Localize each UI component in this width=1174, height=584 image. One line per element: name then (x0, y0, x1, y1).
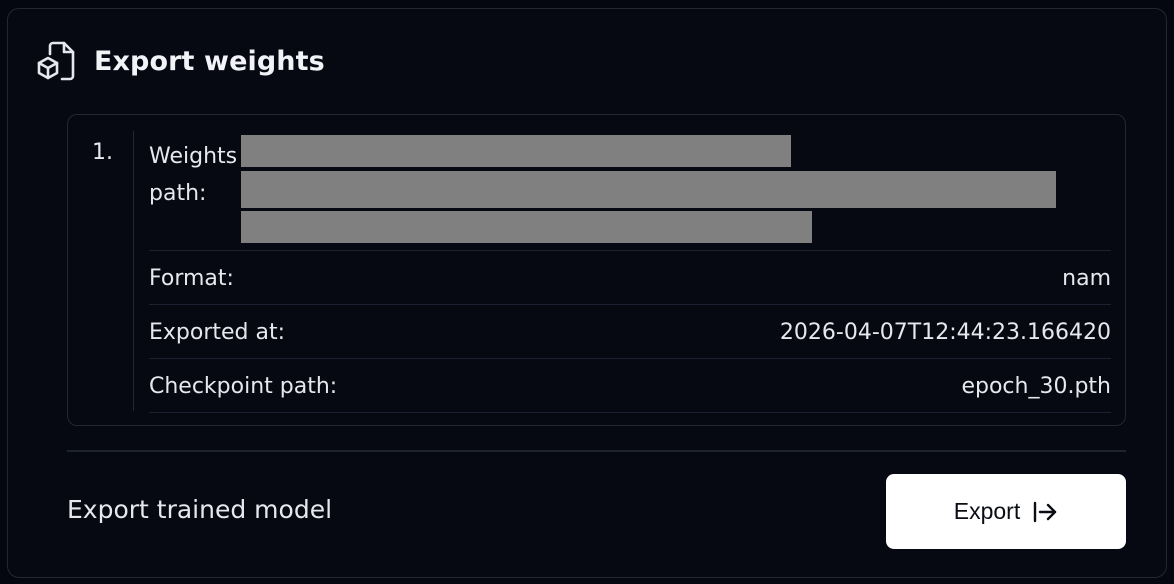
card-divider (133, 131, 134, 411)
redacted-path-line (241, 171, 1056, 208)
export-record-card: 1. Weights path: Format: nam Exported at… (67, 114, 1126, 426)
weights-path-label: Weights path: (149, 144, 238, 206)
page-title: Export weights (94, 45, 325, 77)
format-row: Format: nam (149, 252, 1111, 305)
file-box-icon (36, 40, 76, 82)
section-divider (67, 450, 1126, 452)
redacted-path-line (241, 211, 812, 243)
format-value: nam (1062, 265, 1111, 291)
redacted-path-line (241, 135, 791, 167)
export-button[interactable]: Export (886, 474, 1126, 549)
export-weights-panel: Export weights 1. Weights path: Format: … (7, 8, 1167, 578)
export-button-label: Export (953, 498, 1021, 524)
exported-at-label: Exported at: (149, 319, 286, 345)
checkpoint-path-row: Checkpoint path: epoch_30.pth (149, 360, 1111, 413)
panel-header: Export weights (36, 40, 325, 82)
exported-at-row: Exported at: 2026-04-07T12:44:23.166420 (149, 306, 1111, 359)
weights-path-row: Weights path: (149, 135, 1111, 251)
arrow-right-to-line-icon (1032, 501, 1058, 523)
export-trained-model-label: Export trained model (67, 495, 333, 524)
checkpoint-path-label: Checkpoint path: (149, 373, 338, 399)
item-index: 1. (92, 140, 113, 165)
format-label: Format: (149, 265, 234, 291)
exported-at-value: 2026-04-07T12:44:23.166420 (779, 319, 1111, 345)
checkpoint-path-value: epoch_30.pth (961, 373, 1111, 399)
